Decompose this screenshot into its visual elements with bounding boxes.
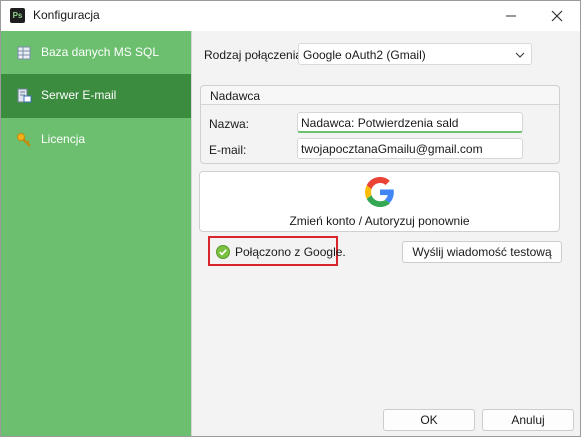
google-icon: [365, 177, 394, 207]
google-authorize-button[interactable]: Zmień konto / Autoryzuj ponownie: [199, 171, 560, 232]
sender-name-value: Nadawca: Potwierdzenia sald: [301, 116, 459, 130]
sender-email-value: twojapocztanaGmailu@gmail.com: [301, 142, 483, 156]
google-connection-status: Połączono z Google.: [208, 236, 346, 266]
sidebar-item-label: Serwer E-mail: [41, 88, 117, 102]
key-icon: [17, 133, 31, 147]
connection-type-value: Google oAuth2 (Gmail): [303, 48, 426, 62]
close-button[interactable]: [534, 1, 580, 31]
name-label: Nazwa:: [209, 117, 250, 131]
minimize-button[interactable]: [488, 1, 534, 31]
connection-type-select[interactable]: Google oAuth2 (Gmail): [298, 43, 532, 65]
send-test-email-button[interactable]: Wyślij wiadomość testową: [402, 241, 562, 263]
minimize-icon: [506, 15, 516, 17]
sidebar-item-label: Licencja: [41, 132, 86, 146]
check-circle-icon: [216, 245, 230, 259]
connection-type-label: Rodzaj połączenia: [204, 48, 303, 62]
sender-group: Nadawca Nazwa: Nadawca: Potwierdzenia sa…: [200, 85, 560, 164]
google-authorize-label: Zmień konto / Autoryzuj ponownie: [289, 214, 470, 228]
sender-group-title: Nadawca: [210, 89, 261, 103]
sender-group-header: Nadawca: [201, 86, 559, 105]
cancel-button[interactable]: Anuluj: [482, 409, 574, 431]
app-icon: Ps: [10, 8, 25, 23]
window-title: Konfiguracja: [33, 8, 100, 22]
sidebar: Baza danych MS SQL Serwer E-mail Licencj…: [1, 31, 192, 436]
sender-email-field[interactable]: twojapocztanaGmailu@gmail.com: [297, 138, 523, 159]
config-window: Ps Konfiguracja Baza danych MS SQL Serwe…: [0, 0, 581, 437]
database-icon: [17, 46, 31, 60]
sidebar-item-license[interactable]: Licencja: [1, 118, 191, 162]
title-bar: Ps Konfiguracja: [1, 1, 580, 31]
sidebar-item-database[interactable]: Baza danych MS SQL: [1, 31, 191, 75]
chevron-down-icon: [515, 52, 525, 58]
ok-button[interactable]: OK: [383, 409, 475, 431]
sender-name-field[interactable]: Nadawca: Potwierdzenia sald: [297, 112, 523, 133]
settings-panel: Rodzaj połączenia Google oAuth2 (Gmail) …: [192, 31, 580, 436]
sidebar-item-label: Baza danych MS SQL: [41, 45, 160, 59]
email-server-icon: [17, 88, 32, 103]
sidebar-item-email-server[interactable]: Serwer E-mail: [1, 74, 191, 118]
email-label: E-mail:: [209, 143, 247, 157]
close-icon: [551, 10, 563, 22]
status-text: Połączono z Google.: [235, 245, 346, 259]
